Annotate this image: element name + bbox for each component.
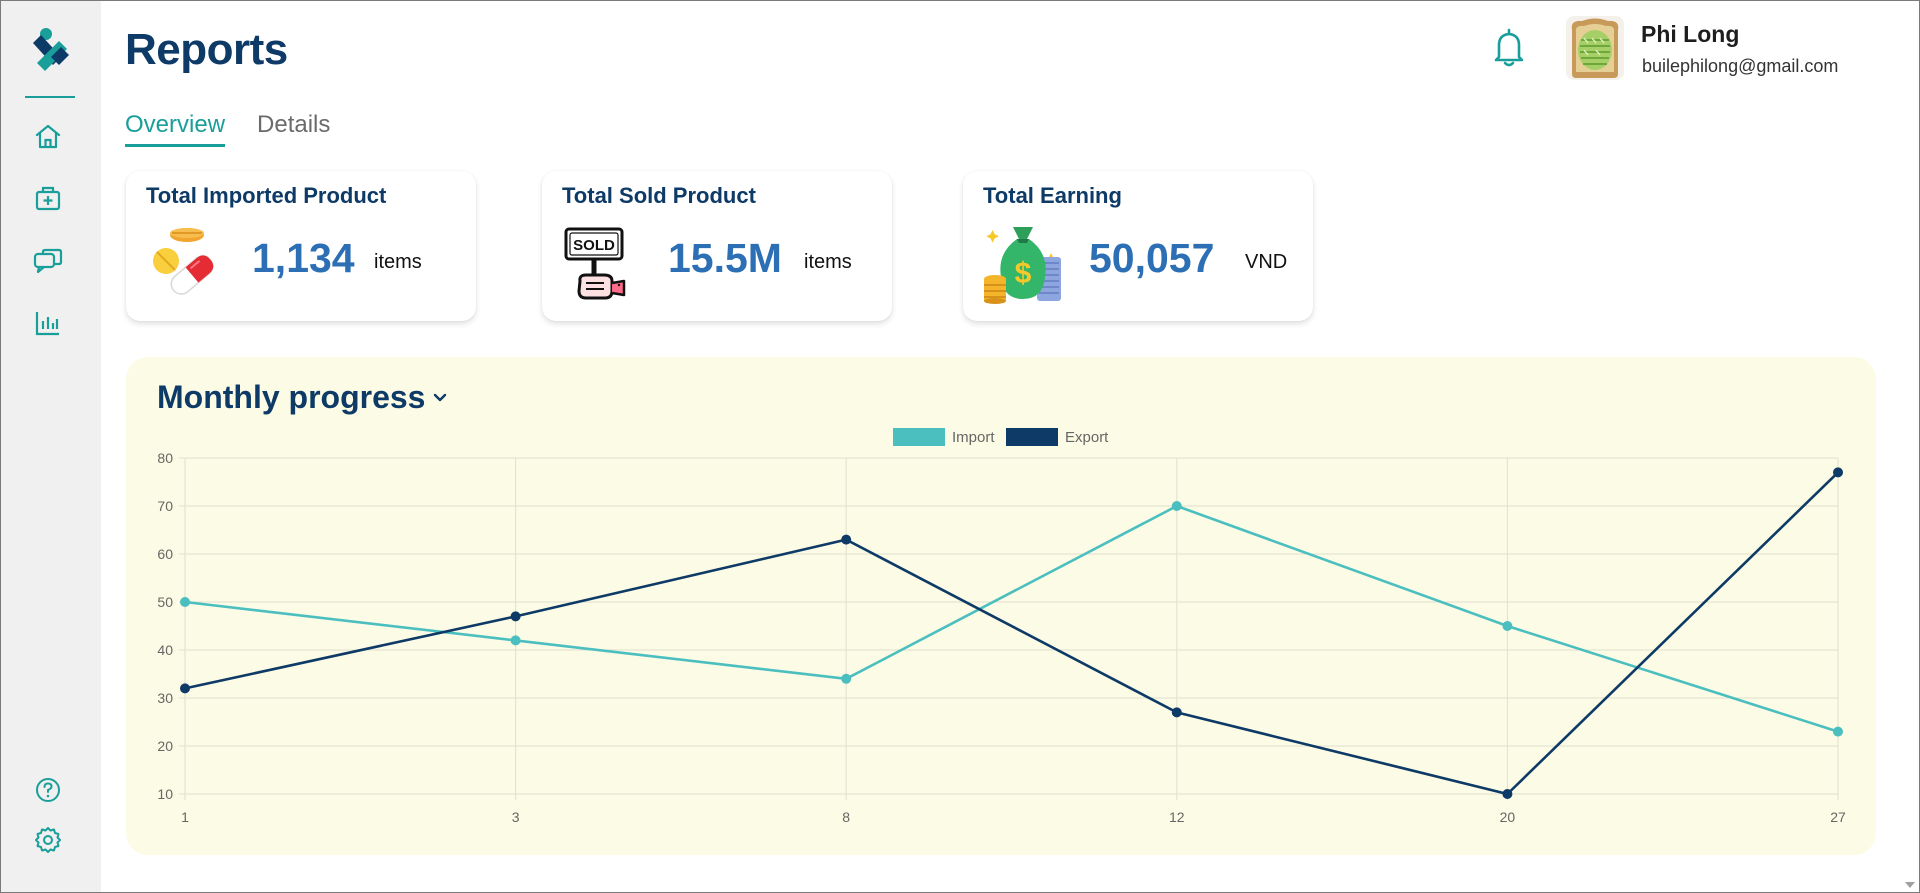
import-data-point bbox=[1833, 726, 1843, 737]
x-tick-label: 1 bbox=[181, 809, 189, 825]
export-data-point bbox=[180, 683, 190, 694]
y-tick-label: 50 bbox=[157, 594, 173, 610]
svg-text:SOLD: SOLD bbox=[573, 237, 615, 254]
monthly-progress-panel: Monthly progress 10 20 30 40 50 60 70 80 1 3 8 12 20… bbox=[126, 357, 1876, 855]
card-title: Total Imported Product bbox=[146, 183, 387, 208]
y-tick-label: 40 bbox=[157, 642, 173, 658]
nav-messages[interactable] bbox=[32, 246, 64, 278]
app-logo[interactable] bbox=[29, 27, 73, 75]
y-tick-label: 80 bbox=[157, 450, 173, 466]
settings-button[interactable] bbox=[32, 824, 64, 856]
imported-unit: items bbox=[374, 251, 422, 273]
import-data-point bbox=[841, 673, 852, 684]
scroll-down-arrow-icon[interactable] bbox=[1905, 882, 1915, 888]
export-data-point bbox=[1502, 789, 1513, 799]
import-legend-label: Import bbox=[952, 429, 995, 446]
app-window: Reports Overview Details Phi Long builep… bbox=[0, 0, 1920, 893]
nav-reports[interactable] bbox=[32, 307, 64, 339]
earning-unit: VND bbox=[1245, 251, 1288, 273]
nav-home[interactable] bbox=[32, 120, 64, 152]
bell-icon bbox=[1494, 28, 1524, 67]
help-icon bbox=[36, 778, 60, 802]
user-name: Phi Long bbox=[1641, 21, 1740, 47]
export-legend-label: Export bbox=[1065, 429, 1109, 446]
nav-products[interactable] bbox=[32, 182, 64, 214]
sold-unit: items bbox=[804, 251, 852, 273]
avatar[interactable] bbox=[1566, 16, 1624, 80]
bar-chart-icon bbox=[35, 312, 59, 336]
y-tick-label: 20 bbox=[157, 738, 173, 754]
settings-icon bbox=[35, 827, 61, 853]
scrollbar[interactable] bbox=[1901, 1, 1919, 892]
svg-text:$: $ bbox=[1015, 257, 1032, 290]
sidebar bbox=[1, 1, 101, 892]
x-tick-label: 3 bbox=[512, 809, 520, 825]
tab-details[interactable]: Details bbox=[257, 111, 330, 147]
card-title: Total Sold Product bbox=[562, 183, 756, 208]
stat-card-sold: Total Sold Product SOLD 15.5M items bbox=[542, 171, 892, 321]
x-tick-label: 8 bbox=[842, 809, 850, 825]
page-title: Reports bbox=[125, 25, 288, 74]
y-tick-label: 10 bbox=[157, 786, 173, 802]
export-data-point bbox=[1833, 467, 1843, 478]
medical-bag-icon bbox=[35, 186, 61, 211]
import-data-point bbox=[180, 597, 190, 607]
import-data-point bbox=[1502, 621, 1513, 631]
user-email: builephilong@gmail.com bbox=[1642, 56, 1839, 76]
x-tick-label: 27 bbox=[1830, 809, 1846, 825]
export-legend-swatch bbox=[1006, 428, 1058, 446]
stat-card-imported: Total Imported Product 1,134 items bbox=[126, 171, 476, 321]
sold-value: 15.5M bbox=[668, 235, 782, 281]
imported-value: 1,134 bbox=[252, 235, 355, 281]
line-chart: 10 20 30 40 50 60 70 80 1 3 8 12 20 27 Import Export bbox=[157, 428, 1846, 825]
pills-icon bbox=[146, 223, 228, 305]
import-data-point bbox=[1171, 501, 1182, 511]
y-tick-label: 70 bbox=[157, 498, 173, 514]
tab-bar: Overview Details bbox=[125, 111, 330, 147]
home-icon bbox=[35, 124, 61, 149]
y-tick-label: 60 bbox=[157, 546, 173, 562]
chat-icon bbox=[33, 248, 63, 274]
notifications-button[interactable] bbox=[1491, 27, 1527, 69]
export-data-point bbox=[841, 534, 852, 545]
import-legend-swatch bbox=[893, 428, 945, 446]
tab-overview[interactable]: Overview bbox=[125, 111, 226, 147]
help-button[interactable] bbox=[32, 774, 64, 806]
x-tick-label: 12 bbox=[1169, 809, 1185, 825]
import-data-point bbox=[510, 635, 521, 646]
x-tick-label: 20 bbox=[1500, 809, 1516, 825]
stat-card-earning: Total Earning $ 50,057 VND bbox=[963, 171, 1313, 321]
sold-sign-icon: SOLD bbox=[562, 223, 644, 305]
money-bag-icon: $ bbox=[983, 223, 1065, 305]
export-data-point bbox=[510, 611, 521, 622]
sidebar-divider bbox=[25, 96, 75, 98]
export-data-point bbox=[1171, 707, 1182, 718]
y-tick-label: 30 bbox=[157, 690, 173, 706]
earning-value: 50,057 bbox=[1089, 235, 1215, 281]
card-title: Total Earning bbox=[983, 183, 1122, 208]
